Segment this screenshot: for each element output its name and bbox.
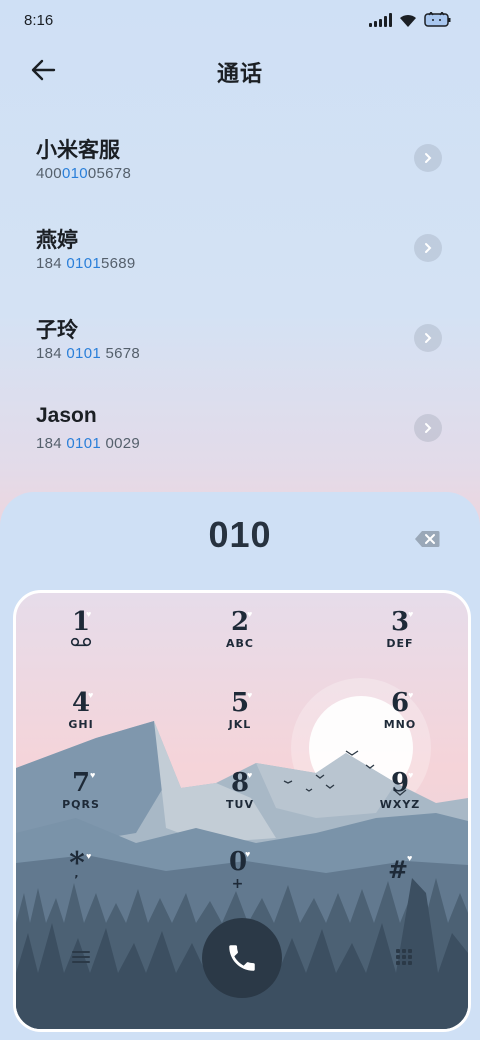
contact-number: 40001005678 <box>36 165 132 182</box>
menu-button[interactable] <box>70 948 92 966</box>
wifi-icon <box>400 14 416 27</box>
heart-icon: ♥ <box>247 690 253 700</box>
key-letters: TUV <box>226 798 254 811</box>
key-letters: PQRS <box>62 798 100 811</box>
key-3[interactable]: 3 DEF ♥ <box>352 607 448 669</box>
key-star[interactable]: * , ♥ <box>29 849 125 911</box>
key-digit: 9 <box>390 768 410 798</box>
heart-icon: ♥ <box>408 609 414 619</box>
heart-icon: ♥ <box>408 690 414 700</box>
key-letters: , <box>74 867 80 880</box>
key-6[interactable]: 6 MNO ♥ <box>352 688 448 750</box>
key-letters: JKL <box>228 718 252 731</box>
contact-name: 子玲 <box>36 319 78 342</box>
signal-icon <box>369 13 392 27</box>
chevron-right-icon <box>425 243 432 253</box>
contact-number: 184 01015689 <box>36 255 136 272</box>
status-time: 8:16 <box>24 12 54 29</box>
key-digit: 8 <box>230 768 250 798</box>
backspace-button[interactable] <box>414 530 440 548</box>
heart-icon: ♥ <box>90 770 96 780</box>
key-letters: WXYZ <box>379 798 421 811</box>
contact-list: 小米客服 40001005678 燕婷 184 01015689 子玲 184 … <box>0 120 480 480</box>
dialer-panel: 010 1 ♥ 2 ABC ♥ 3 DEF ♥ 4 GHI ♥ 5 JKL ♥ … <box>0 492 480 1040</box>
heart-icon: ♥ <box>86 851 92 861</box>
heart-icon: ♥ <box>245 849 251 859</box>
contact-name: Jason <box>36 404 97 427</box>
contact-details-button[interactable] <box>414 324 442 352</box>
contact-number: 184 0101 5678 <box>36 345 141 362</box>
contact-item[interactable]: 子玲 184 0101 5678 <box>0 300 480 390</box>
key-7[interactable]: 7 PQRS ♥ <box>33 768 129 830</box>
key-digit: 0 <box>228 847 248 877</box>
keypad: 1 ♥ 2 ABC ♥ 3 DEF ♥ 4 GHI ♥ 5 JKL ♥ 6 MN… <box>13 590 471 1032</box>
contact-name: 燕婷 <box>36 229 78 252</box>
dialpad-icon <box>396 949 412 965</box>
dialpad-toggle-button[interactable] <box>394 947 414 967</box>
heart-icon: ♥ <box>407 853 413 863</box>
heart-icon: ♥ <box>408 770 414 780</box>
key-hash[interactable]: # ♥ <box>350 853 446 917</box>
key-8[interactable]: 8 TUV ♥ <box>192 768 288 830</box>
menu-icon <box>72 951 90 963</box>
key-letters: ABC <box>226 637 254 650</box>
key-digit: 5 <box>230 688 250 718</box>
key-digit: 2 <box>230 607 250 637</box>
key-digit: # <box>387 855 409 884</box>
key-letters: DEF <box>386 637 414 650</box>
key-digit: 4 <box>71 688 91 718</box>
key-5[interactable]: 5 JKL ♥ <box>192 688 288 750</box>
battery-icon <box>424 12 451 27</box>
contact-item[interactable]: 小米客服 40001005678 <box>0 120 480 210</box>
key-1[interactable]: 1 ♥ <box>33 607 129 669</box>
key-4[interactable]: 4 GHI ♥ <box>33 688 129 750</box>
key-2[interactable]: 2 ABC ♥ <box>192 607 288 669</box>
status-bar: 8:16 <box>0 0 480 40</box>
backspace-icon <box>415 531 440 547</box>
contact-item[interactable]: 燕婷 184 01015689 <box>0 210 480 300</box>
heart-icon: ♥ <box>247 770 253 780</box>
contact-details-button[interactable] <box>414 144 442 172</box>
phone-icon <box>229 945 255 971</box>
top-bar: 通话 <box>0 48 480 92</box>
key-digit: 1 <box>71 607 91 637</box>
voicemail-icon <box>70 637 92 647</box>
chevron-right-icon <box>425 153 432 163</box>
page-title: 通话 <box>216 61 263 86</box>
contact-number: 184 0101 0029 <box>36 435 141 452</box>
key-0[interactable]: 0 + ♥ <box>190 847 286 909</box>
key-letters: GHI <box>68 718 94 731</box>
key-letters: MNO <box>383 718 417 731</box>
heart-icon: ♥ <box>86 609 92 619</box>
heart-icon: ♥ <box>247 609 253 619</box>
dialed-number-display: 010 <box>208 514 272 555</box>
key-digit: 3 <box>390 607 410 637</box>
key-letters: + <box>231 876 245 892</box>
contact-item[interactable]: Jason 184 0101 0029 <box>0 390 480 480</box>
call-button[interactable] <box>202 918 282 998</box>
status-icons <box>369 12 452 28</box>
key-digit: 7 <box>71 768 91 798</box>
contact-name: 小米客服 <box>36 139 120 162</box>
contact-details-button[interactable] <box>414 234 442 262</box>
key-9[interactable]: 9 WXYZ ♥ <box>352 768 448 830</box>
key-digit: 6 <box>390 688 410 718</box>
contact-details-button[interactable] <box>414 414 442 442</box>
chevron-right-icon <box>425 423 432 433</box>
heart-icon: ♥ <box>88 690 94 700</box>
chevron-right-icon <box>425 333 432 343</box>
